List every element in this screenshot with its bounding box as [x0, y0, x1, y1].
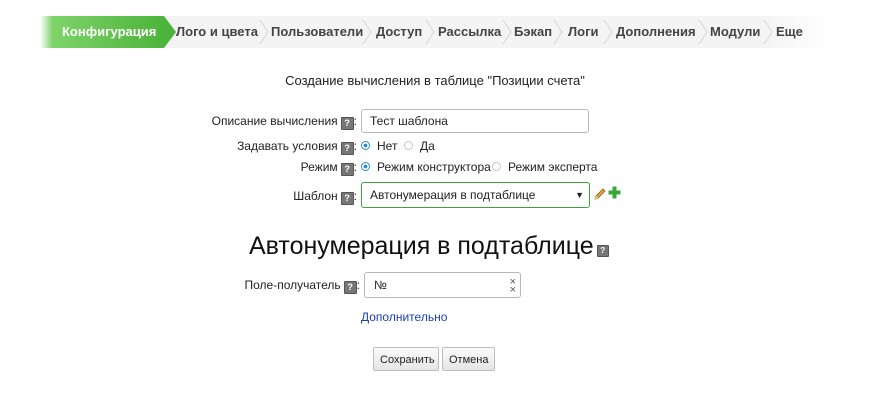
mode-expert-label[interactable]: Режим эксперта: [508, 160, 597, 174]
mode-label: Режим: [300, 160, 338, 174]
tab-separator: [502, 20, 512, 44]
tab-separator: [259, 20, 269, 44]
tab-backup[interactable]: Бэкап: [514, 16, 552, 48]
conditions-no-radio[interactable]: [361, 141, 370, 150]
tab-config[interactable]: Конфигурация: [40, 16, 176, 48]
help-icon[interactable]: ?: [343, 281, 357, 294]
section-title-row: Автонумерация в подтаблице?: [249, 232, 609, 261]
template-select-value: Автонумерация в подтаблице: [370, 188, 536, 202]
target-field-label: Поле-получатель: [244, 278, 341, 292]
add-plus-icon[interactable]: [608, 186, 621, 199]
conditions-label-row: Задавать условия?:: [237, 139, 357, 155]
tab-modules[interactable]: Модули: [710, 16, 760, 48]
tab-logo-colors[interactable]: Лого и цвета: [176, 16, 258, 48]
target-field-label-row: Поле-получатель?:: [244, 278, 360, 294]
conditions-yes-label[interactable]: Да: [420, 139, 435, 153]
template-label: Шаблон: [293, 189, 338, 203]
mode-constructor-label[interactable]: Режим конструктора: [377, 160, 491, 174]
tab-more[interactable]: Еще: [776, 16, 803, 48]
tab-mailing[interactable]: Рассылка: [438, 16, 501, 48]
tab-separator: [698, 20, 708, 44]
template-label-row: Шаблон?:: [293, 189, 357, 205]
tab-separator: [763, 20, 773, 44]
tab-separator: [603, 20, 613, 44]
help-icon[interactable]: ?: [340, 117, 354, 130]
section-title: Автонумерация в подтаблице: [249, 232, 594, 260]
tab-users[interactable]: Пользователи: [271, 16, 363, 48]
help-icon[interactable]: ?: [340, 163, 354, 176]
more-options-link[interactable]: Дополнительно: [361, 310, 447, 324]
save-button[interactable]: Сохранить: [373, 347, 439, 371]
help-icon[interactable]: ?: [340, 142, 354, 155]
tab-access[interactable]: Доступ: [376, 16, 422, 48]
mode-expert-radio[interactable]: [492, 162, 501, 171]
description-label-row: Описание вычисления?:: [211, 114, 357, 130]
target-field-select[interactable]: № × ×: [364, 272, 521, 298]
cancel-button[interactable]: Отмена: [442, 347, 495, 371]
conditions-yes-radio[interactable]: [404, 141, 413, 150]
pencil-edit-icon[interactable]: [593, 187, 606, 201]
tab-separator: [553, 20, 563, 44]
tab-separator: [425, 20, 435, 44]
help-icon[interactable]: ?: [596, 245, 609, 257]
description-input[interactable]: Тест шаблона: [361, 109, 589, 133]
mode-label-row: Режим?:: [300, 160, 357, 176]
template-select[interactable]: Автонумерация в подтаблице ▼: [361, 182, 590, 208]
tab-separator: [362, 20, 372, 44]
conditions-no-label[interactable]: Нет: [377, 139, 397, 153]
target-field-value: №: [374, 278, 387, 292]
conditions-label: Задавать условия: [237, 139, 338, 153]
mode-constructor-radio[interactable]: [361, 162, 370, 171]
form-heading: Создание вычисления в таблице "Позиции с…: [285, 73, 585, 88]
tab-logs[interactable]: Логи: [568, 16, 598, 48]
description-label: Описание вычисления: [211, 114, 338, 128]
top-nav-tabs: Конфигурация Лого и цвета Пользователи Д…: [40, 16, 830, 48]
tab-addons[interactable]: Дополнения: [616, 16, 696, 48]
help-icon[interactable]: ?: [340, 192, 354, 205]
clear-icon[interactable]: × ×: [510, 277, 516, 296]
dropdown-arrow-icon: ▼: [575, 190, 584, 200]
